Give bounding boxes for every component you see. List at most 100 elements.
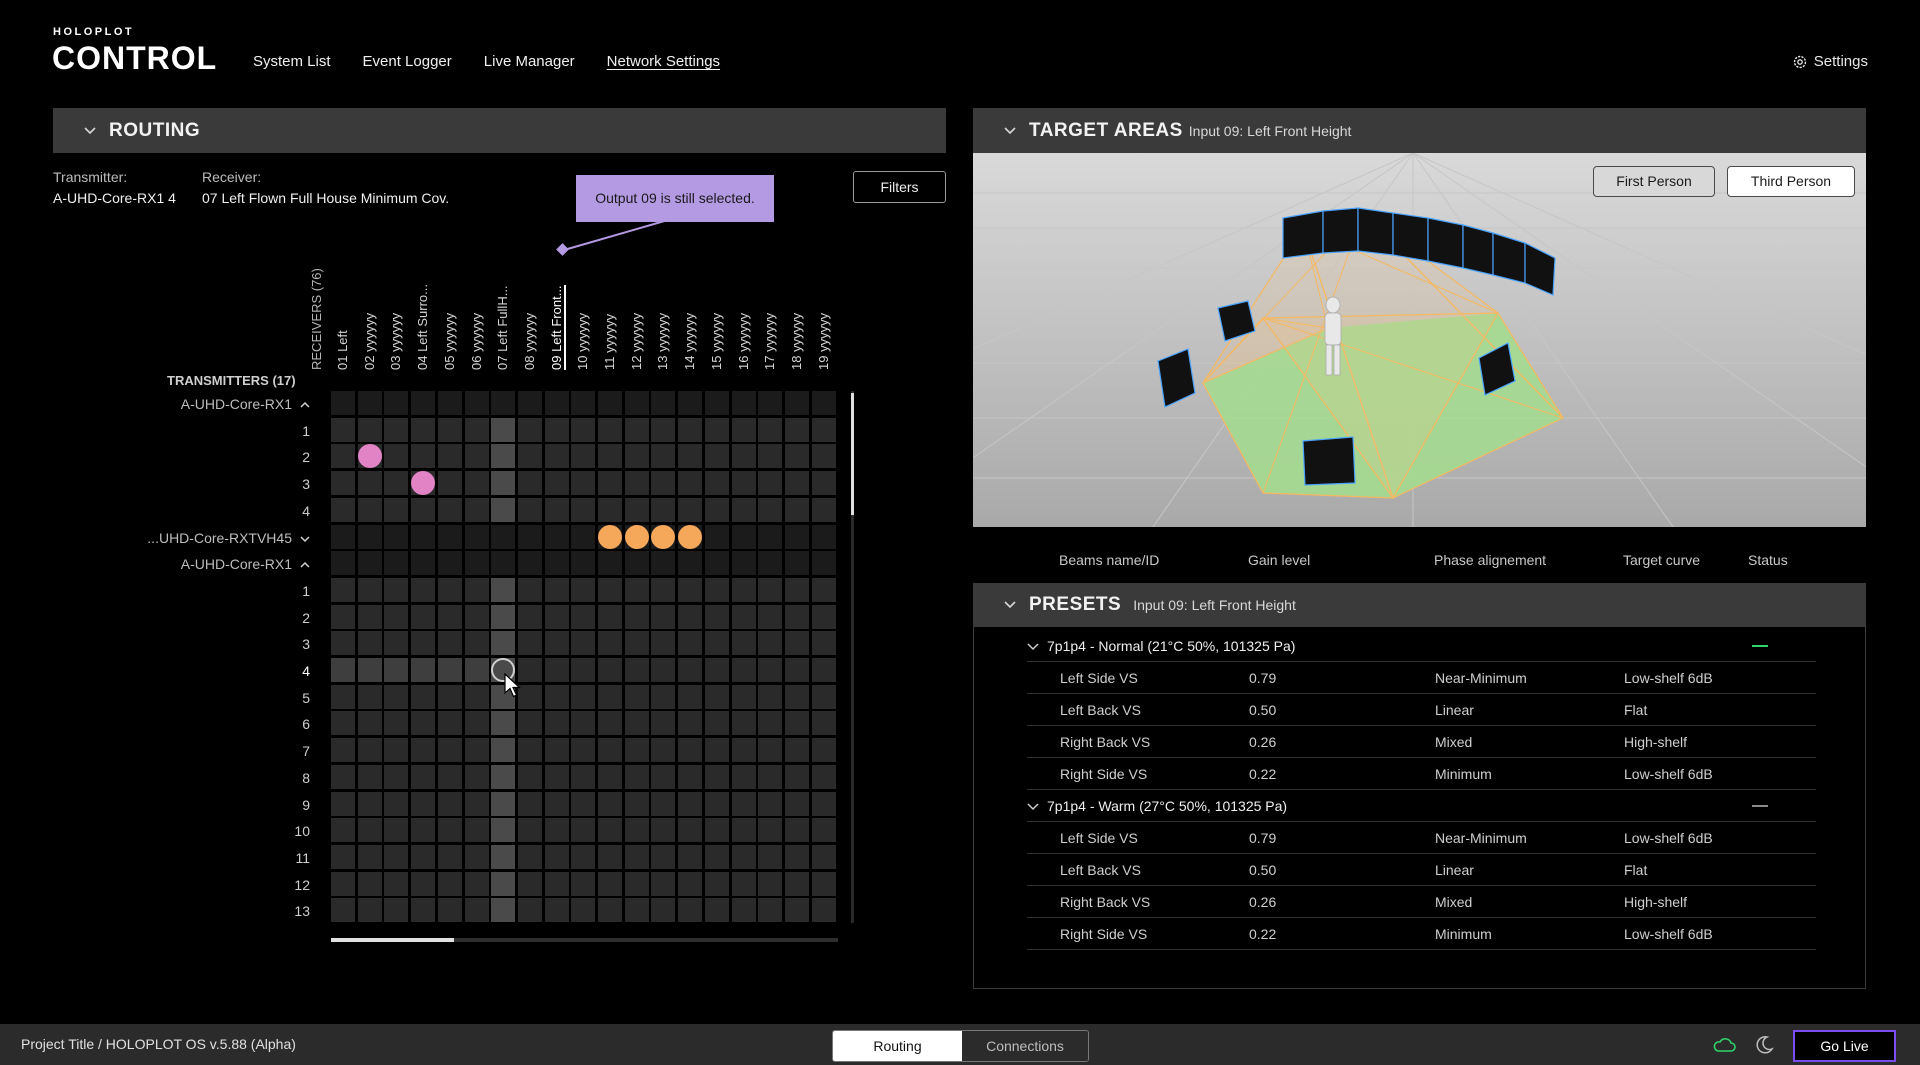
matrix-cell[interactable] xyxy=(678,872,702,896)
matrix-cell[interactable] xyxy=(812,578,836,602)
matrix-cell[interactable] xyxy=(411,631,435,655)
matrix-cell[interactable] xyxy=(625,578,649,602)
matrix-cell[interactable] xyxy=(491,845,515,869)
matrix-cell[interactable] xyxy=(545,605,569,629)
matrix-cell[interactable] xyxy=(358,498,382,522)
matrix-cell[interactable] xyxy=(705,418,729,442)
matrix-cell[interactable] xyxy=(705,898,729,922)
receiver-column-05[interactable]: 05 yyyyyy xyxy=(442,313,457,370)
matrix-cell[interactable] xyxy=(812,391,836,415)
matrix-cell[interactable] xyxy=(331,525,355,549)
matrix-cell[interactable] xyxy=(545,525,569,549)
matrix-cell[interactable] xyxy=(625,418,649,442)
first-person-button[interactable]: First Person xyxy=(1593,166,1715,197)
matrix-cell[interactable] xyxy=(384,418,408,442)
matrix-cell[interactable] xyxy=(545,711,569,735)
matrix-cell[interactable] xyxy=(625,898,649,922)
filters-button[interactable]: Filters xyxy=(853,171,946,203)
matrix-cell[interactable] xyxy=(545,631,569,655)
matrix-cell[interactable] xyxy=(678,845,702,869)
matrix-cell[interactable] xyxy=(705,711,729,735)
matrix-cell[interactable] xyxy=(465,872,489,896)
matrix-cell[interactable] xyxy=(384,898,408,922)
third-person-button[interactable]: Third Person xyxy=(1727,166,1855,197)
matrix-cell[interactable] xyxy=(518,551,542,575)
matrix-cell[interactable] xyxy=(758,872,782,896)
matrix-cell[interactable] xyxy=(758,498,782,522)
matrix-cell[interactable] xyxy=(598,738,622,762)
matrix-cell[interactable] xyxy=(705,631,729,655)
matrix-cell[interactable] xyxy=(358,792,382,816)
matrix-cell[interactable] xyxy=(758,658,782,682)
matrix-cell[interactable] xyxy=(678,658,702,682)
matrix-cell[interactable] xyxy=(758,605,782,629)
matrix-cell[interactable] xyxy=(491,765,515,789)
connection-dot[interactable] xyxy=(358,444,382,468)
matrix-cell[interactable] xyxy=(411,418,435,442)
matrix-cell[interactable] xyxy=(518,391,542,415)
matrix-cell[interactable] xyxy=(518,658,542,682)
matrix-cell[interactable] xyxy=(438,738,462,762)
matrix-cell[interactable] xyxy=(785,898,809,922)
matrix-cell[interactable] xyxy=(491,818,515,842)
matrix-cell[interactable] xyxy=(518,765,542,789)
matrix-cell[interactable] xyxy=(812,471,836,495)
matrix-cell[interactable] xyxy=(812,738,836,762)
matrix-cell[interactable] xyxy=(732,418,756,442)
matrix-cell[interactable] xyxy=(438,711,462,735)
matrix-cell[interactable] xyxy=(732,525,756,549)
matrix-cell[interactable] xyxy=(358,765,382,789)
preset-beam-row[interactable]: Right Back VS 0.26 Mixed High-shelf xyxy=(1027,726,1816,758)
matrix-cell[interactable] xyxy=(785,418,809,442)
matrix-cell[interactable] xyxy=(331,765,355,789)
presets-header[interactable]: PRESETS Input 09: Left Front Height xyxy=(973,583,1866,627)
receiver-column-13[interactable]: 13 yyyyyy xyxy=(655,313,670,370)
matrix-cell[interactable] xyxy=(598,605,622,629)
matrix-cell[interactable] xyxy=(545,391,569,415)
matrix-cell[interactable] xyxy=(732,898,756,922)
matrix-cell[interactable] xyxy=(438,551,462,575)
matrix-cell[interactable] xyxy=(465,418,489,442)
nav-system-list[interactable]: System List xyxy=(253,53,331,70)
matrix-cell[interactable] xyxy=(384,631,408,655)
matrix-cell[interactable] xyxy=(411,898,435,922)
matrix-cell[interactable] xyxy=(465,658,489,682)
matrix-cell[interactable] xyxy=(598,872,622,896)
matrix-cell[interactable] xyxy=(785,578,809,602)
matrix-cell[interactable] xyxy=(518,471,542,495)
matrix-cell[interactable] xyxy=(384,818,408,842)
matrix-cell[interactable] xyxy=(598,391,622,415)
matrix-cell[interactable] xyxy=(625,471,649,495)
matrix-cell[interactable] xyxy=(732,738,756,762)
matrix-cell[interactable] xyxy=(571,578,595,602)
matrix-cell[interactable] xyxy=(758,738,782,762)
matrix-cell[interactable] xyxy=(384,525,408,549)
matrix-cell[interactable] xyxy=(545,471,569,495)
matrix-cell[interactable] xyxy=(491,792,515,816)
matrix-cell[interactable] xyxy=(758,711,782,735)
matrix-cell[interactable] xyxy=(625,444,649,468)
matrix-cell[interactable] xyxy=(571,765,595,789)
matrix-cell[interactable] xyxy=(465,471,489,495)
matrix-cell[interactable] xyxy=(785,845,809,869)
matrix-cell[interactable] xyxy=(411,845,435,869)
matrix-cell[interactable] xyxy=(465,685,489,709)
matrix-cell[interactable] xyxy=(651,471,675,495)
matrix-cell[interactable] xyxy=(331,658,355,682)
matrix-cell[interactable] xyxy=(785,471,809,495)
preset-beam-row[interactable]: Left Back VS 0.50 Linear Flat xyxy=(1027,694,1816,726)
matrix-cell[interactable] xyxy=(491,605,515,629)
matrix-cell[interactable] xyxy=(518,872,542,896)
matrix-cell[interactable] xyxy=(491,525,515,549)
matrix-cell[interactable] xyxy=(812,444,836,468)
matrix-cell[interactable] xyxy=(465,578,489,602)
matrix-cell[interactable] xyxy=(705,658,729,682)
matrix-cell[interactable] xyxy=(705,471,729,495)
matrix-cell[interactable] xyxy=(598,765,622,789)
matrix-cell[interactable] xyxy=(571,444,595,468)
matrix-cell[interactable] xyxy=(518,685,542,709)
matrix-cell[interactable] xyxy=(678,551,702,575)
matrix-cell[interactable] xyxy=(518,631,542,655)
matrix-cell[interactable] xyxy=(438,658,462,682)
matrix-cell[interactable] xyxy=(625,605,649,629)
